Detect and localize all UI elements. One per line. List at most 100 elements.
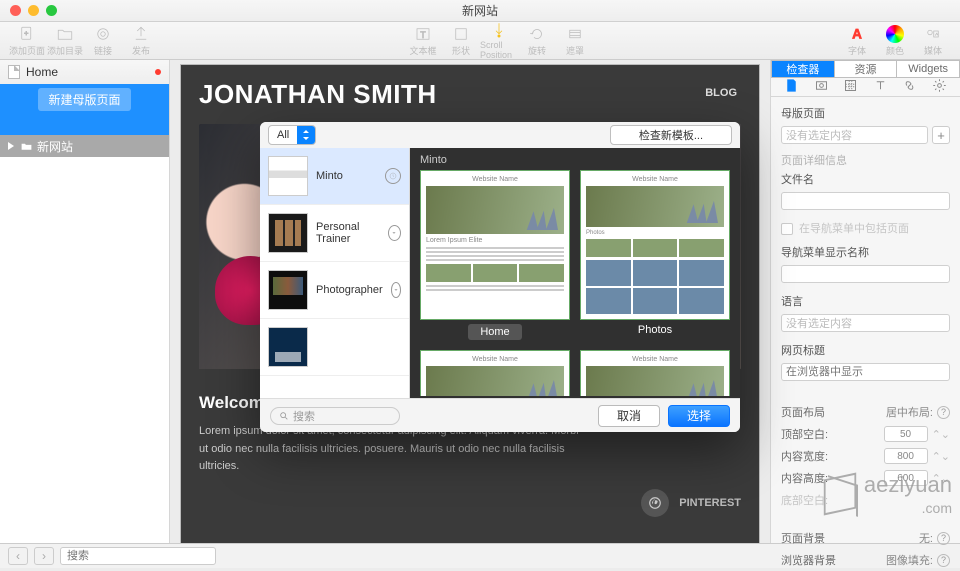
chevron-up-down-icon	[297, 126, 315, 144]
content-height-stepper[interactable]: 600	[884, 470, 928, 486]
pinterest-widget[interactable]: PINTEREST	[641, 489, 741, 517]
template-search-input[interactable]: 搜索	[270, 407, 400, 425]
check-new-templates-button[interactable]: 检查新模板...	[610, 125, 732, 145]
preview-page-home[interactable]: Website Name Lorem Ipsum Elite Home	[420, 170, 570, 340]
template-item-photographer[interactable]: Photographer	[260, 262, 409, 319]
tab-resources[interactable]: 资源	[835, 60, 898, 78]
top-space-stepper[interactable]: 50	[884, 426, 928, 442]
preview-template-name: Minto	[420, 154, 730, 166]
inspector-tabs: 检查器 资源 Widgets	[771, 60, 960, 78]
back-button[interactable]: ‹	[8, 547, 28, 565]
new-master-page-button[interactable]: 新建母版页面	[38, 88, 130, 111]
content-width-stepper[interactable]: 800	[884, 448, 928, 464]
site-label: 新网站	[37, 138, 73, 155]
template-item-minto[interactable]: Minto	[260, 148, 409, 205]
shape-button[interactable]: 形状	[442, 25, 480, 57]
svg-text:A: A	[852, 26, 862, 41]
preview-page-label: Home	[468, 324, 521, 340]
scroll-position-button[interactable]: Scroll Position	[480, 21, 518, 60]
language-label: 语言	[781, 293, 950, 309]
tab-inspector[interactable]: 检查器	[771, 60, 835, 78]
forward-button[interactable]: ›	[34, 547, 54, 565]
nav-name-label: 导航菜单显示名称	[781, 244, 950, 260]
template-item[interactable]	[260, 319, 409, 376]
zoom-window-button[interactable]	[46, 5, 57, 16]
unsaved-dot-icon	[155, 69, 161, 75]
page-icon	[8, 65, 20, 79]
page-inspector-icon[interactable]	[784, 78, 799, 96]
include-in-nav-checkbox[interactable]	[781, 223, 793, 235]
template-thumb	[268, 270, 308, 310]
template-list[interactable]: Minto Personal Trainer Photographer	[260, 148, 410, 398]
help-icon[interactable]: ?	[937, 554, 950, 567]
preview-page-label: Photos	[638, 324, 672, 336]
page-row-label: Home	[26, 65, 58, 79]
cancel-button[interactable]: 取消	[598, 405, 660, 427]
download-icon[interactable]	[388, 225, 401, 241]
color-button[interactable]: 颜色	[876, 25, 914, 57]
recent-icon	[385, 168, 401, 184]
help-icon[interactable]: ?	[937, 406, 950, 419]
page-layout-label: 页面布局	[781, 404, 825, 420]
page-detail-label: 页面详细信息	[781, 152, 950, 168]
media-button[interactable]: 媒体	[914, 25, 952, 57]
select-button[interactable]: 选择	[668, 405, 730, 427]
page-row-home[interactable]: Home	[0, 60, 169, 84]
link-inspector-icon[interactable]	[902, 78, 917, 96]
window-title: 新网站	[0, 2, 960, 19]
textbox-button[interactable]: T文本框	[404, 25, 442, 57]
inspector-mode-row	[771, 78, 960, 97]
title-bar: 新网站	[0, 0, 960, 22]
svg-text:T: T	[420, 29, 426, 39]
pinterest-icon	[641, 489, 669, 517]
rotate-button[interactable]: 旋转	[518, 25, 556, 57]
link-button[interactable]: 链接	[84, 25, 122, 57]
disclosure-triangle-icon	[6, 141, 16, 151]
browser-bg-label: 浏览器背景	[781, 552, 836, 568]
template-item-personal-trainer[interactable]: Personal Trainer	[260, 205, 409, 262]
master-pages-header: 新建母版页面	[0, 84, 169, 115]
publish-button[interactable]: 发布	[122, 25, 160, 57]
tab-widgets[interactable]: Widgets	[897, 60, 960, 78]
inspector-panel: 检查器 资源 Widgets 母版页面 没有选定内容 + 页面详细信息 文件名 …	[770, 60, 960, 543]
master-page-select[interactable]: 没有选定内容	[781, 126, 928, 144]
add-page-button[interactable]: 添加页面	[8, 25, 46, 57]
main-toolbar: 添加页面 添加目录 链接 发布 T文本框 形状 Scroll Position …	[0, 22, 960, 60]
add-master-button[interactable]: +	[932, 126, 950, 144]
page-title: JONATHAN SMITH	[199, 79, 741, 110]
help-icon[interactable]: ?	[937, 532, 950, 545]
font-button[interactable]: A字体	[838, 25, 876, 57]
add-folder-button[interactable]: 添加目录	[46, 25, 84, 57]
template-chooser-sheet: All 检查新模板... Minto Personal Trainer Phot…	[260, 122, 740, 432]
web-title-input[interactable]	[781, 363, 950, 381]
nav-name-input[interactable]	[781, 265, 950, 283]
filename-input[interactable]	[781, 192, 950, 210]
preview-page-photos[interactable]: Website Name Photos Photos	[580, 170, 730, 340]
download-icon[interactable]	[391, 282, 401, 298]
mask-button[interactable]: 遮罩	[556, 25, 594, 57]
filename-label: 文件名	[781, 171, 950, 187]
photo-inspector-icon[interactable]	[814, 78, 829, 96]
preview-page[interactable]: Website Name	[580, 350, 730, 396]
web-title-label: 网页标题	[781, 342, 950, 358]
template-thumb	[268, 156, 308, 196]
page-bg-label: 页面背景	[781, 530, 825, 546]
template-thumb	[268, 327, 308, 367]
minimize-window-button[interactable]	[28, 5, 39, 16]
settings-inspector-icon[interactable]	[932, 78, 947, 96]
language-select[interactable]: 没有选定内容	[781, 314, 950, 332]
site-row[interactable]: 新网站	[0, 135, 169, 157]
close-window-button[interactable]	[10, 5, 21, 16]
blog-link[interactable]: BLOG	[705, 87, 737, 99]
category-combo[interactable]: All	[268, 125, 316, 145]
master-page-label: 母版页面	[781, 105, 950, 121]
preview-page[interactable]: Website Name	[420, 350, 570, 396]
search-icon	[279, 411, 289, 421]
metrics-inspector-icon[interactable]	[843, 78, 858, 96]
text-inspector-icon[interactable]	[873, 78, 888, 96]
template-preview-area: Minto Website Name Lorem Ipsum Elite Hom…	[410, 148, 740, 398]
bottom-search-input[interactable]	[60, 547, 216, 565]
template-thumb	[268, 213, 308, 253]
folder-icon	[20, 140, 33, 153]
color-wheel-icon	[886, 25, 904, 43]
